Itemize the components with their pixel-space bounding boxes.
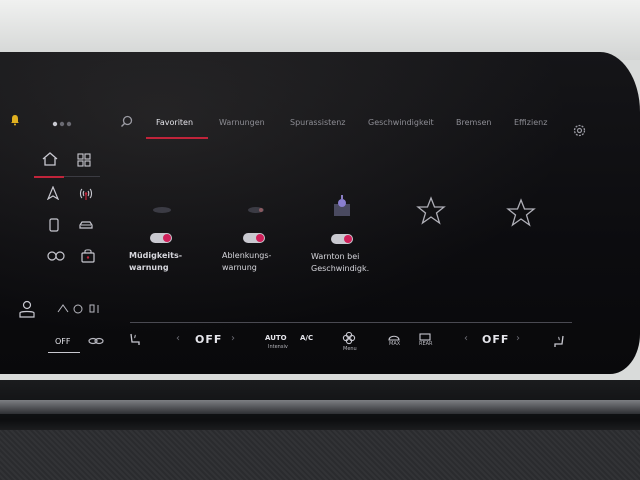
tab-bremsen[interactable]: Bremsen	[456, 118, 491, 127]
rear-defrost-label[interactable]: REAR	[419, 341, 433, 347]
left-temperature-value[interactable]: OFF	[195, 333, 222, 346]
settings-gear-icon[interactable]	[572, 123, 587, 138]
auto-climate-button[interactable]: AUTO	[265, 334, 287, 342]
empty-favorite-star-icon[interactable]	[506, 198, 536, 228]
fatigue-warning-icon	[150, 205, 174, 215]
fatigue-warning-toggle[interactable]	[150, 233, 172, 243]
tab-warnungen[interactable]: Warnungen	[219, 118, 265, 127]
label-line: Müdigkeits-	[129, 251, 183, 260]
label-line: Warnton bei	[311, 252, 360, 261]
seat-heating-right-icon[interactable]	[552, 334, 566, 350]
right-temp-increase-icon[interactable]: ›	[516, 333, 520, 344]
car-icon[interactable]	[78, 219, 94, 231]
speed-warning-label: Warnton bei Geschwindigk.	[311, 251, 369, 275]
fan-icon[interactable]	[342, 331, 356, 345]
empty-favorite-star-icon[interactable]	[416, 196, 446, 226]
notification-bell-icon[interactable]	[9, 114, 21, 126]
dashboard-fabric	[0, 430, 640, 480]
label-line: warnung	[129, 263, 169, 272]
dashboard-trim-strip	[0, 400, 640, 414]
infotainment-screen	[0, 52, 640, 374]
left-off-label[interactable]: OFF	[55, 337, 71, 346]
right-temperature-value[interactable]: OFF	[482, 333, 509, 346]
left-off-underline	[48, 352, 80, 353]
dashboard-bezel	[0, 0, 640, 60]
rear-defrost-icon[interactable]	[419, 333, 431, 341]
home-icon[interactable]	[41, 152, 59, 166]
left-temp-increase-icon[interactable]: ›	[231, 333, 235, 344]
distraction-warning-icon	[244, 205, 268, 215]
app-grid-icon[interactable]	[77, 153, 91, 167]
max-defrost-icon[interactable]	[387, 333, 401, 341]
tab-geschwindigkeit[interactable]: Geschwindigkeit	[368, 118, 434, 127]
driver-assist-icon[interactable]	[46, 250, 66, 262]
left-temp-decrease-icon[interactable]: ‹	[176, 333, 180, 344]
speed-warning-toggle[interactable]	[331, 234, 353, 244]
distraction-warning-toggle[interactable]	[243, 233, 265, 243]
max-defrost-label[interactable]: MAX	[389, 341, 400, 347]
tab-favoriten[interactable]: Favoriten	[156, 118, 193, 127]
ac-button[interactable]: A/C	[300, 334, 313, 342]
quick-settings-icons[interactable]	[56, 302, 104, 316]
fatigue-warning-label: Müdigkeits- warnung	[129, 250, 182, 274]
bag-store-icon[interactable]	[80, 248, 96, 264]
link-icon[interactable]	[88, 336, 104, 346]
distraction-warning-label: Ablenkungs- warnung	[222, 250, 271, 274]
label-line: Ablenkungs-	[222, 251, 272, 260]
label-line: warnung	[222, 263, 257, 272]
auto-intensity-label: Intensiv	[268, 344, 288, 350]
page-indicator	[52, 121, 72, 127]
screen-glare	[0, 52, 640, 374]
search-icon[interactable]	[120, 115, 133, 128]
active-tab-indicator	[146, 137, 208, 139]
navigation-arrow-icon[interactable]	[46, 186, 60, 200]
user-profile-icon[interactable]	[19, 300, 35, 318]
label-line: Geschwindigk.	[311, 264, 370, 273]
tab-effizienz[interactable]: Effizienz	[514, 118, 547, 127]
tab-spurassistenz[interactable]: Spurassistenz	[290, 118, 345, 127]
climate-menu-label[interactable]: Menu	[343, 346, 357, 352]
rail-active-indicator	[34, 176, 64, 178]
right-temp-decrease-icon[interactable]: ‹	[464, 333, 468, 344]
speed-warning-icon	[330, 194, 354, 220]
broadcast-antenna-icon[interactable]	[78, 186, 94, 202]
seat-heating-left-icon[interactable]	[128, 332, 142, 348]
climate-divider	[130, 322, 572, 323]
phone-icon[interactable]	[49, 218, 59, 232]
